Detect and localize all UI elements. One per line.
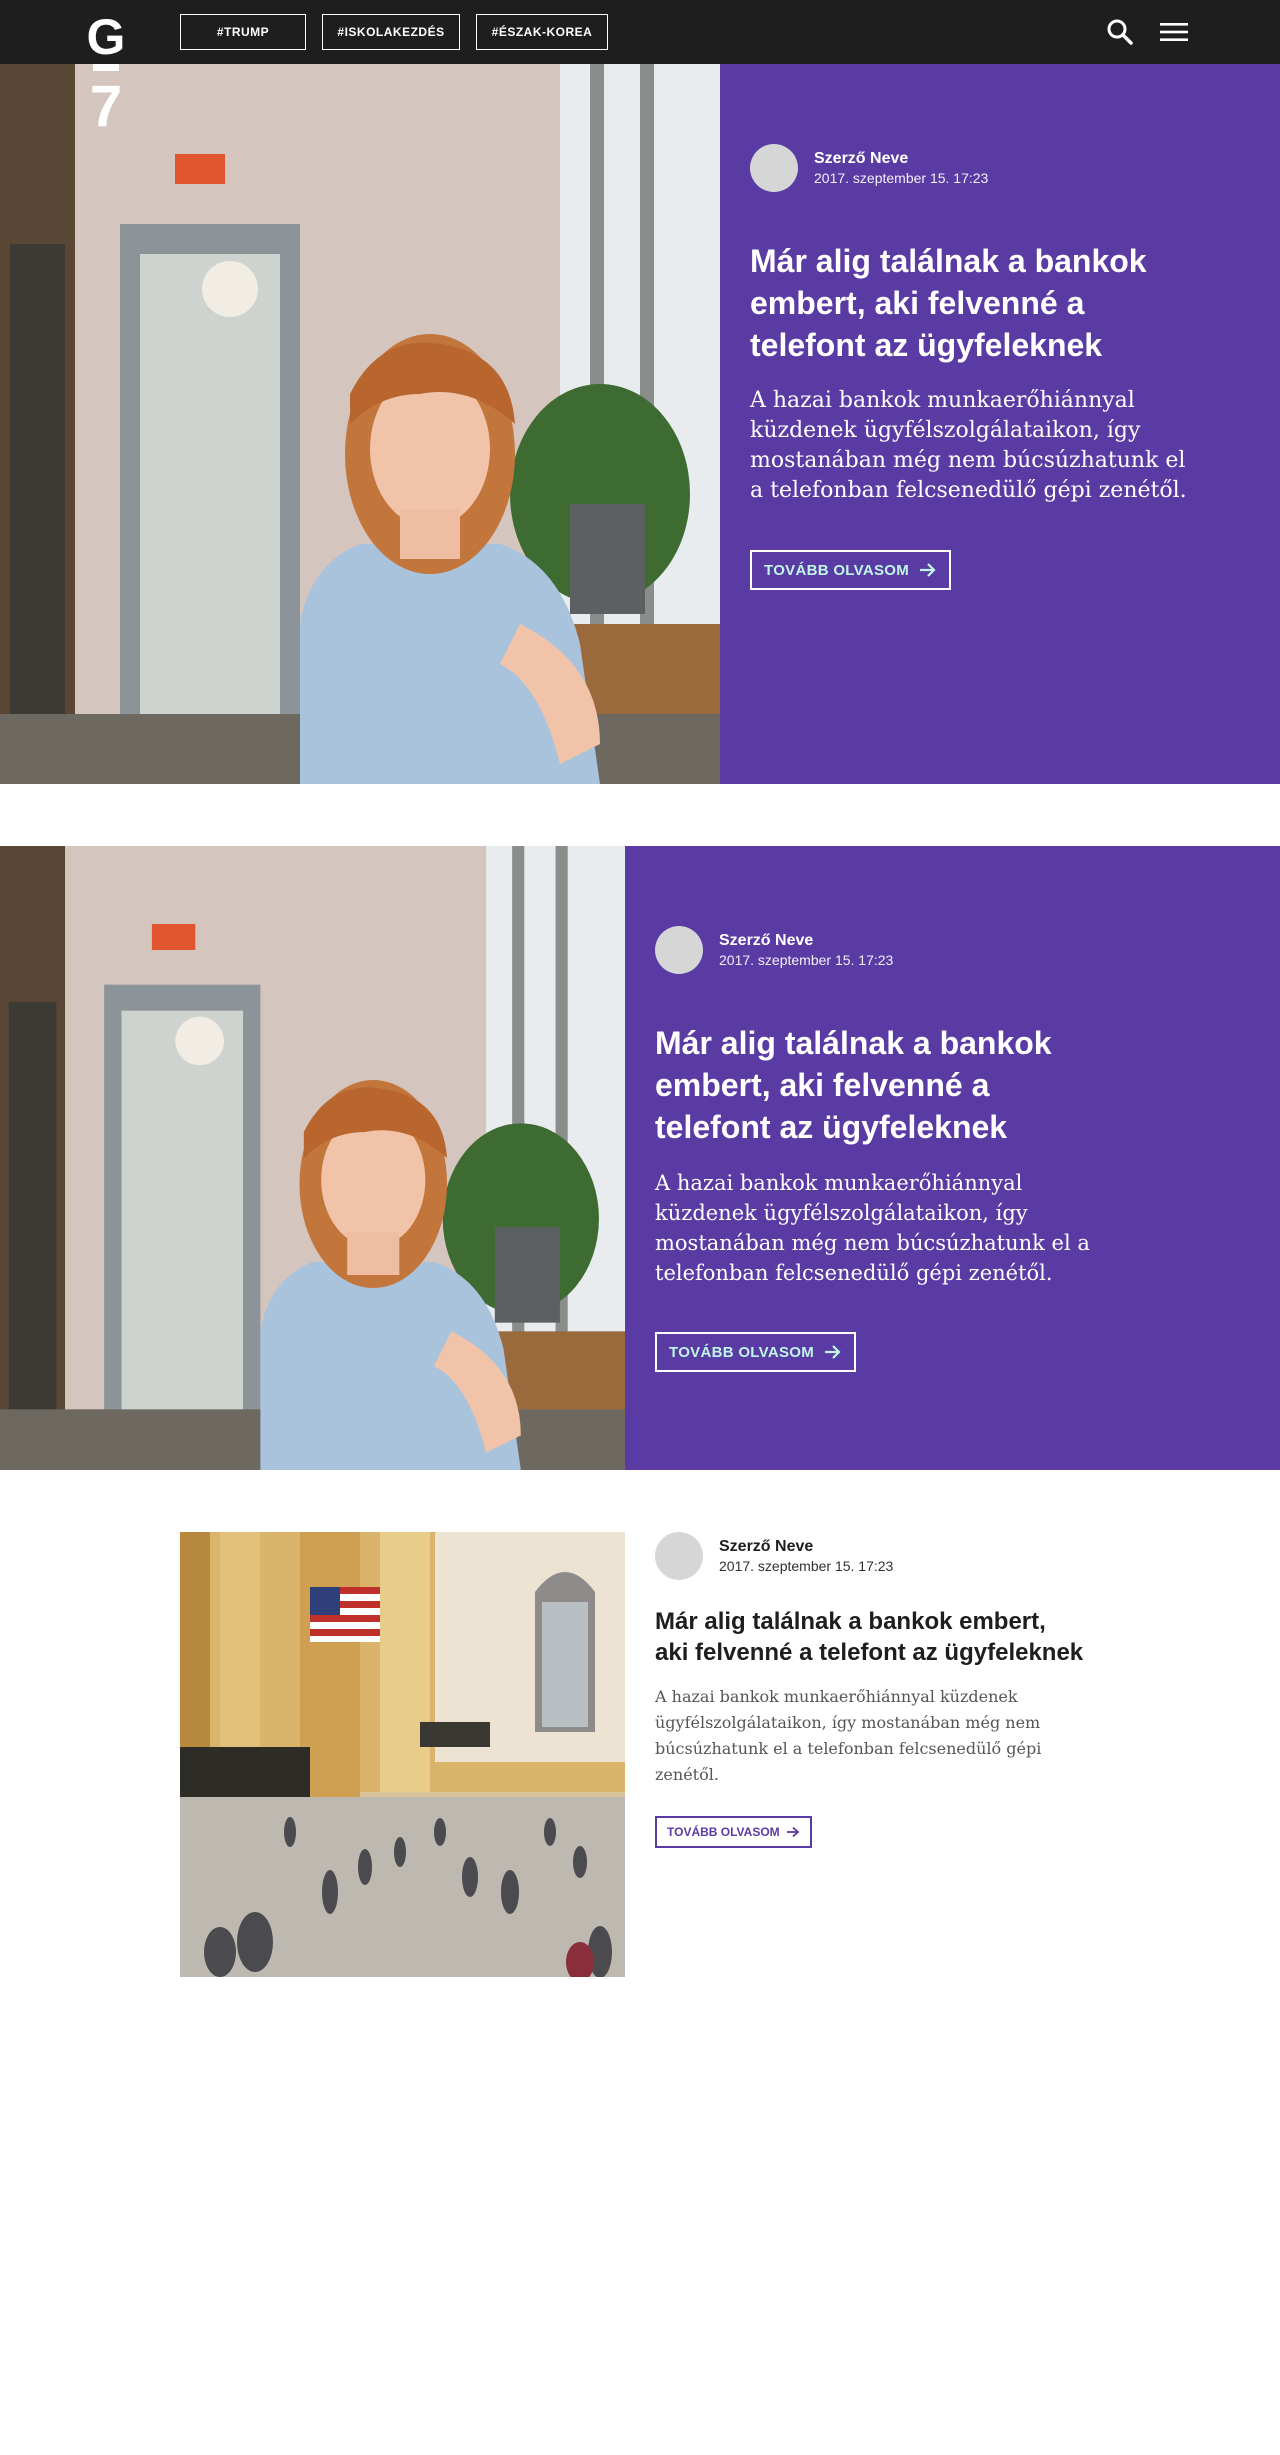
article-content: Szerző Neve 2017. szeptember 15. 17:23 M… [750, 144, 1190, 590]
read-more-label: TOVÁBB OLVASOM [669, 1343, 815, 1361]
trending-tags: #TRUMP #ISKOLAKEZDÉS #ÉSZAK-KOREA [180, 14, 608, 50]
author-block: Szerző Neve 2017. szeptember 15. 17:23 [655, 926, 1105, 974]
secondary-article-hero: Szerző Neve 2017. szeptember 15. 17:23 M… [0, 846, 1280, 1470]
article-lead: A hazai bankok munkaerőhiánnyal küzdenek… [750, 388, 1187, 503]
logo-letter-g: G [87, 10, 126, 65]
publish-date: 2017. szeptember 15. 17:23 [719, 952, 894, 968]
read-more-label: TOVÁBB OLVASOM [667, 1825, 780, 1839]
featured-article-hero: Szerző Neve 2017. szeptember 15. 17:23 M… [0, 64, 1280, 784]
g7-logo[interactable]: G 7 [86, 9, 126, 139]
arrow-right-icon [786, 1826, 800, 1838]
publish-date: 2017. szeptember 15. 17:23 [719, 1558, 894, 1574]
publish-date: 2017. szeptember 15. 17:23 [814, 170, 989, 186]
read-more-button[interactable]: TOVÁBB OLVASOM [655, 1816, 812, 1848]
author-avatar[interactable] [655, 926, 703, 974]
article-photo-grand-central[interactable] [180, 1532, 625, 1977]
article-content: Szerző Neve 2017. szeptember 15. 17:23 M… [655, 926, 1105, 1372]
article-photo-woman[interactable] [0, 846, 625, 1470]
article-title[interactable]: Már alig találnak a bankok embert, aki f… [750, 240, 1190, 366]
tag-trump[interactable]: #TRUMP [180, 14, 306, 50]
arrow-right-icon [920, 563, 936, 577]
author-block: Szerző Neve 2017. szeptember 15. 17:23 [655, 1532, 1085, 1580]
tag-iskolakezdes[interactable]: #ISKOLAKEZDÉS [322, 14, 460, 50]
article-lead: A hazai bankok munkaerőhiánnyal küzdenek… [655, 1687, 1042, 1784]
search-icon[interactable] [1102, 14, 1138, 50]
logo-digit-7: 7 [90, 74, 122, 130]
author-avatar[interactable] [750, 144, 798, 192]
article-lead: A hazai bankok munkaerőhiánnyal küzdenek… [655, 1171, 1090, 1285]
site-header: #TRUMP #ISKOLAKEZDÉS #ÉSZAK-KOREA [0, 0, 1280, 64]
article-title[interactable]: Már alig találnak a bankok embert, aki f… [655, 1022, 1105, 1148]
read-more-button[interactable]: TOVÁBB OLVASOM [750, 550, 952, 590]
article-photo-woman[interactable] [0, 64, 720, 784]
author-avatar[interactable] [655, 1532, 703, 1580]
read-more-label: TOVÁBB OLVASOM [764, 561, 910, 579]
article-title[interactable]: Már alig találnak a bankok embert, aki f… [655, 1606, 1085, 1668]
header-actions [1102, 14, 1192, 50]
author-block: Szerző Neve 2017. szeptember 15. 17:23 [750, 144, 1190, 192]
tag-eszak-korea[interactable]: #ÉSZAK-KOREA [476, 14, 608, 50]
hamburger-menu-icon[interactable] [1156, 14, 1192, 50]
article-card-content: Szerző Neve 2017. szeptember 15. 17:23 M… [655, 1532, 1085, 1848]
author-name[interactable]: Szerző Neve [719, 1537, 893, 1557]
author-name[interactable]: Szerző Neve [719, 931, 893, 951]
read-more-button[interactable]: TOVÁBB OLVASOM [655, 1332, 857, 1372]
author-name[interactable]: Szerző Neve [814, 149, 988, 169]
arrow-right-icon [825, 1345, 841, 1359]
